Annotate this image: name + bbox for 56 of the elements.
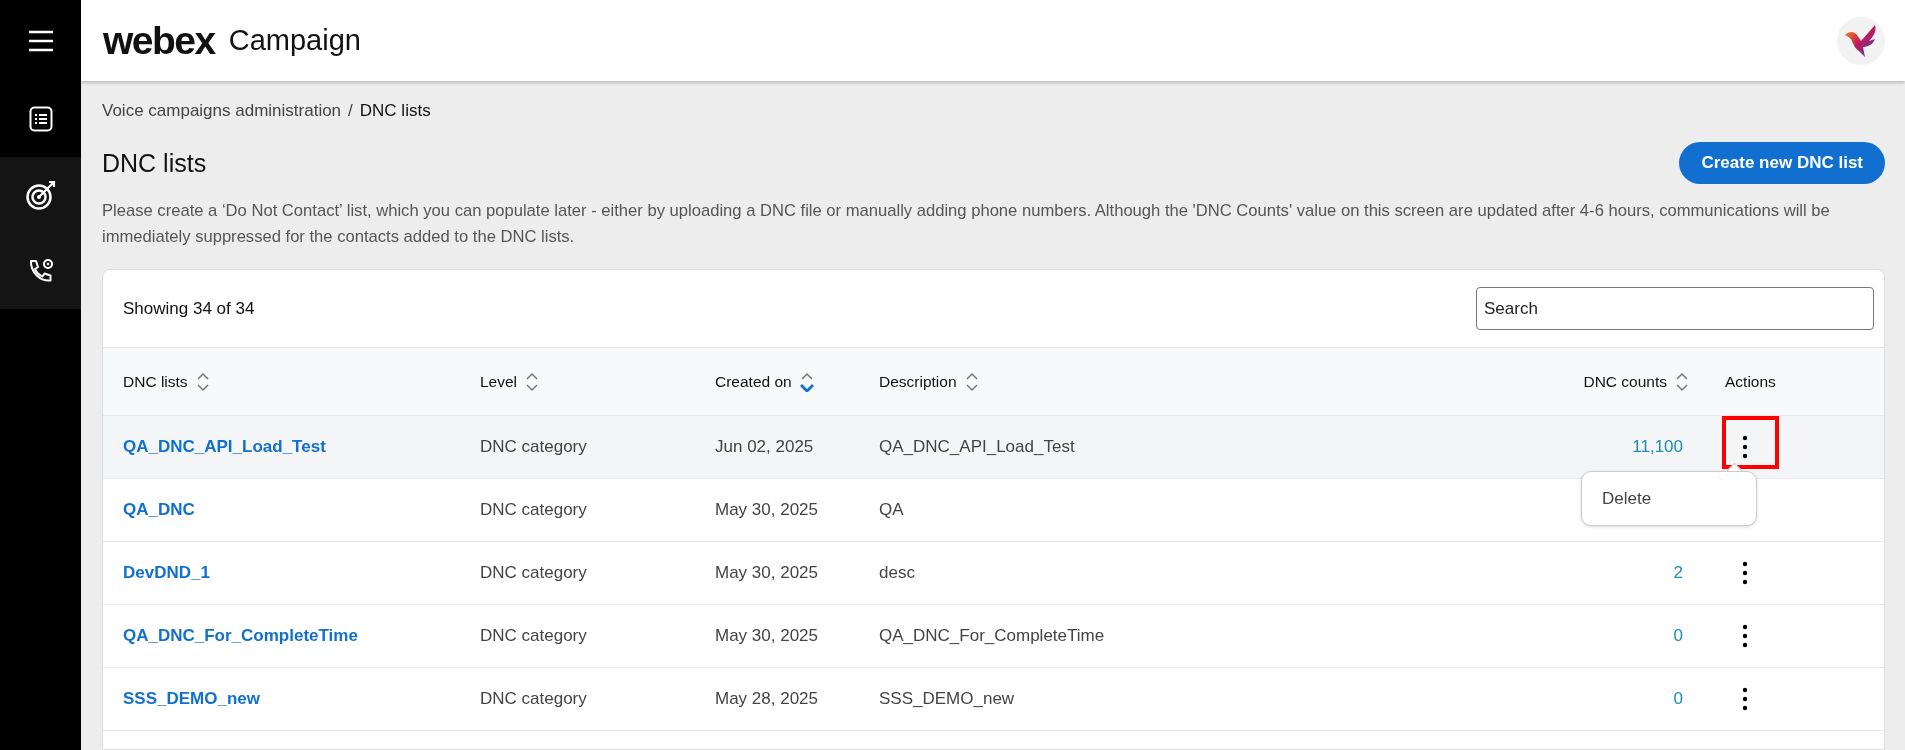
count-link[interactable]: 11,100 [1632,437,1683,457]
product-name: Campaign [228,24,361,57]
sidebar-item[interactable] [0,233,81,309]
target-icon [24,179,57,211]
column-header[interactable]: Description [879,372,957,391]
table-cell: May 30, 2025 [715,563,818,583]
count-link[interactable]: 0 [1673,626,1683,646]
breadcrumb-link[interactable]: Voice campaigns administration [102,101,342,121]
breadcrumb-separator: / [348,101,353,121]
list-name-link[interactable]: QA_DNC [123,500,195,520]
sort-icon[interactable] [195,371,210,392]
list-name-link[interactable]: QA_DNC_For_CompleteTime [123,626,358,646]
table-cell: DNC category [480,437,587,457]
search-field[interactable]: Search [1476,287,1874,330]
table-cell: desc [879,563,915,583]
list-name-link[interactable]: DevDND_1 [123,563,210,583]
sort-icon[interactable] [799,371,814,392]
column-header[interactable]: DNC counts [1583,372,1667,391]
table-cell: SSS_DEMO_new [879,689,1015,709]
column-header: Actions [1725,372,1776,391]
sort-icon[interactable] [1675,371,1689,392]
breadcrumb-current: DNC lists [359,101,431,121]
table-cell: QA_DNC_For_CompleteTime [879,626,1105,646]
list-icon [28,106,53,132]
more-options-icon[interactable] [1742,624,1748,648]
column-header[interactable]: Level [480,372,518,391]
create-button[interactable]: Create new DNC list [1679,142,1885,184]
more-options-icon[interactable] [1742,435,1748,459]
table-cell: DNC category [480,500,587,520]
more-options-icon[interactable] [1742,561,1748,585]
menu-item[interactable]: Delete [1582,488,1652,509]
table-cell: DNC category [480,563,587,583]
table-cell: QA [879,500,904,520]
sort-icon[interactable] [964,371,979,392]
list-name-link[interactable]: QA_DNC_API_Load_Test [123,437,326,457]
table-cell: May 28, 2025 [715,689,818,709]
page-description: Please create a ‘Do Not Contact’ list, which you can populate later - either by uploading a DNC file or manually adding phone numbers. Although the 'DNC Counts' value on this screen are updated after 4-6 hours, communications will be immediately suppressed for the contacts added to the DNC lists. [102,200,1831,248]
list-name-link[interactable]: SSS_DEMO_new [123,689,260,709]
column-header[interactable]: Created on [715,372,792,391]
table-cell: DNC category [480,626,587,646]
more-options-icon[interactable] [1742,687,1748,711]
table-cell: QA_DNC_API_Load_Test [879,437,1075,457]
table-cell: May 30, 2025 [715,626,818,646]
bird-avatar-icon[interactable] [1837,16,1885,65]
brand-logo: webex [103,18,215,63]
page-title: DNC lists [102,148,207,178]
count-link[interactable]: 0 [1673,689,1683,709]
result-count: Showing 34 of 34 [123,298,255,319]
table-cell: May 30, 2025 [715,500,818,520]
sidebar-item[interactable] [0,157,81,233]
column-header[interactable]: DNC lists [123,372,188,391]
menu-icon [27,29,54,52]
count-link[interactable]: 2 [1673,563,1683,583]
table-cell: DNC category [480,689,587,709]
sort-icon[interactable] [525,371,540,392]
table-cell: Jun 02, 2025 [715,437,814,457]
